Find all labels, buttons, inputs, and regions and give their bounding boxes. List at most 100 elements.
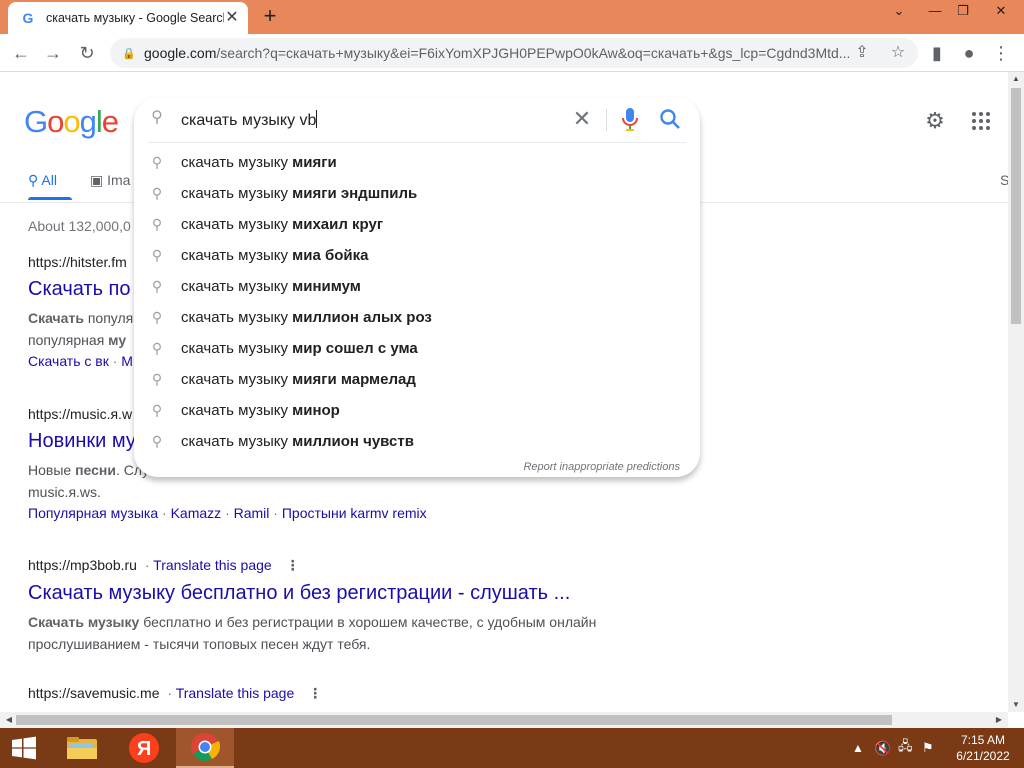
chrome-taskbar-button[interactable] xyxy=(176,728,234,768)
result-title[interactable]: Скачать музыку бесплатно и без регистрац… xyxy=(28,582,708,605)
tab-images[interactable]: ▣ Ima xyxy=(90,172,130,189)
sitelink[interactable]: М xyxy=(121,353,133,369)
translate-link[interactable]: · Translate this page xyxy=(145,557,272,573)
google-logo[interactable]: Google xyxy=(24,104,119,140)
suggestion-item[interactable]: ⚲ скачать музыку миа бойка xyxy=(134,240,700,271)
suggestion-item[interactable]: ⚲ скачать музыку минор xyxy=(134,395,700,426)
network-icon[interactable]: 🖧 xyxy=(898,728,913,768)
reload-icon[interactable]: ↻ xyxy=(74,40,100,66)
search-icon: ⚲ xyxy=(151,402,163,418)
report-predictions-link[interactable]: Report inappropriate predictions xyxy=(523,461,680,473)
search-input[interactable]: скачать музыку vb xyxy=(181,110,318,130)
search-small-icon: ⚲ xyxy=(28,172,39,188)
windows-logo-icon xyxy=(12,736,36,760)
vertical-scrollbar[interactable]: ▲ ▼ xyxy=(1008,72,1024,712)
new-tab-button[interactable]: + xyxy=(258,5,282,29)
search-icon: ⚲ xyxy=(151,278,163,294)
tab-close-icon[interactable]: ✕ xyxy=(224,10,240,26)
profile-avatar-icon[interactable]: ● xyxy=(956,40,982,66)
browser-menu-icon[interactable]: ⋮ xyxy=(988,40,1014,66)
file-explorer-taskbar-button[interactable] xyxy=(56,728,108,768)
search-result: https://mp3bob.ru · Translate this page … xyxy=(28,557,708,655)
suggestion-item[interactable]: ⚲ скачать музыку минимум xyxy=(134,271,700,302)
result-stats: About 132,000,0 xyxy=(28,218,131,234)
search-divider xyxy=(606,109,607,131)
sitelink[interactable]: Популярная музыка xyxy=(28,505,158,521)
search-icon: ⚲ xyxy=(151,340,163,356)
search-box: ⚲ скачать музыку vb ✕ ⚲ скачать музыку ми… xyxy=(134,97,700,477)
settings-gear-icon[interactable]: ⚙ xyxy=(922,108,948,134)
suggestions-list: ⚲ скачать музыку мияги ⚲ скачать музыку ми… xyxy=(134,147,700,457)
search-icon: ⚲ xyxy=(151,309,163,325)
tab-search-button[interactable]: ⌄ xyxy=(882,0,916,24)
close-window-button[interactable]: ✕ xyxy=(984,0,1018,24)
url-host: google.com xyxy=(144,45,217,61)
start-button[interactable] xyxy=(0,728,48,768)
clear-icon[interactable]: ✕ xyxy=(570,107,594,131)
system-clock[interactable]: 7:15 AM 6/21/2022 xyxy=(950,732,1016,764)
browser-toolbar: ← → ↻ 🔒 google.com /search?q=скачать+муз… xyxy=(0,34,1024,72)
tab-all[interactable]: ⚲ All xyxy=(28,172,57,189)
tray-expand-icon[interactable]: ▲ xyxy=(852,728,864,768)
suggestion-item[interactable]: ⚲ скачать музыку миллион алых роз xyxy=(134,302,700,333)
lock-icon[interactable]: 🔒 xyxy=(122,47,136,60)
address-bar[interactable]: 🔒 google.com /search?q=скачать+музыку&ei… xyxy=(110,38,918,68)
scroll-left-arrow-icon[interactable]: ◀ xyxy=(2,712,16,728)
suggestion-item[interactable]: ⚲ скачать музыку мияги xyxy=(134,147,700,178)
url-path: /search?q=скачать+музыку&ei=F6ixYomXPJGH… xyxy=(216,45,851,61)
sitelink[interactable]: Ramil xyxy=(234,505,270,521)
image-icon: ▣ xyxy=(90,172,104,188)
forward-arrow-icon[interactable]: → xyxy=(40,40,66,66)
title-bar: G скачать музыку - Google Search ✕ + ⌄ —… xyxy=(0,0,1024,34)
clock-date: 6/21/2022 xyxy=(956,749,1010,763)
result-snippet: Скачать музыку бесплатно и без регистрац… xyxy=(28,614,597,652)
translate-link[interactable]: · Translate this page xyxy=(167,685,294,701)
google-apps-icon[interactable] xyxy=(970,110,992,132)
clock-time: 7:15 AM xyxy=(960,733,1006,747)
result-more-icon[interactable]: ⋮ xyxy=(308,685,322,701)
text-cursor xyxy=(316,110,318,128)
action-center-icon[interactable]: ⚑ xyxy=(922,728,934,768)
sitelink[interactable]: Простыни karmv remix xyxy=(282,505,427,521)
microphone-icon[interactable] xyxy=(620,107,640,133)
result-cite: https://savemusic.me · Translate this pa… xyxy=(28,685,323,701)
horizontal-scrollbar[interactable]: ◀ ▶ xyxy=(0,712,1008,728)
result-cite: https://mp3bob.ru · Translate this page … xyxy=(28,557,300,573)
chrome-icon xyxy=(191,733,220,761)
browser-tab[interactable]: G скачать музыку - Google Search ✕ xyxy=(8,2,248,34)
search-icon: ⚲ xyxy=(151,247,163,263)
svg-text:Я: Я xyxy=(137,738,151,760)
suggestion-item[interactable]: ⚲ скачать музыку мияги мармелад xyxy=(134,364,700,395)
result-sitelinks: Популярная музыка · Kamazz · Ramil · Про… xyxy=(28,505,427,521)
share-icon[interactable]: ⇪ xyxy=(850,41,874,65)
back-arrow-icon[interactable]: ← xyxy=(8,40,34,66)
search-submit-icon[interactable] xyxy=(658,107,682,131)
folder-icon xyxy=(67,737,97,759)
sitelink[interactable]: Скачать с вк xyxy=(28,353,109,369)
search-icon: ⚲ xyxy=(151,154,163,170)
scroll-up-arrow-icon[interactable]: ▲ xyxy=(1008,72,1024,86)
google-favicon-icon: G xyxy=(22,10,34,26)
side-panel-icon[interactable]: ▮ xyxy=(924,40,950,66)
search-icon: ⚲ xyxy=(151,216,163,232)
search-result: https://savemusic.me · Translate this pa… xyxy=(28,685,708,702)
sitelink[interactable]: Kamazz xyxy=(171,505,222,521)
scroll-down-arrow-icon[interactable]: ▼ xyxy=(1008,698,1024,712)
search-icon: ⚲ xyxy=(151,109,163,126)
suggestion-item[interactable]: ⚲ скачать музыку михаил круг xyxy=(134,209,700,240)
tab-title: скачать музыку - Google Search xyxy=(46,11,224,25)
volume-muted-icon[interactable]: 🔇 xyxy=(874,728,891,768)
yandex-browser-taskbar-button[interactable]: Я xyxy=(118,728,170,768)
suggestion-item[interactable]: ⚲ скачать музыку миллион чувств xyxy=(134,426,700,457)
search-icon: ⚲ xyxy=(151,371,163,387)
suggestion-item[interactable]: ⚲ скачать музыку мир сошел с ума xyxy=(134,333,700,364)
horizontal-scroll-thumb[interactable] xyxy=(16,715,892,725)
restore-button[interactable]: ❐ xyxy=(946,0,980,24)
vertical-scroll-thumb[interactable] xyxy=(1011,88,1021,324)
suggestions-divider xyxy=(148,142,686,143)
active-tab-underline xyxy=(28,197,72,200)
result-more-icon[interactable]: ⋮ xyxy=(286,557,300,573)
scroll-right-arrow-icon[interactable]: ▶ xyxy=(992,712,1006,728)
bookmark-star-icon[interactable]: ☆ xyxy=(886,41,910,65)
suggestion-item[interactable]: ⚲ скачать музыку мияги эндшпиль xyxy=(134,178,700,209)
